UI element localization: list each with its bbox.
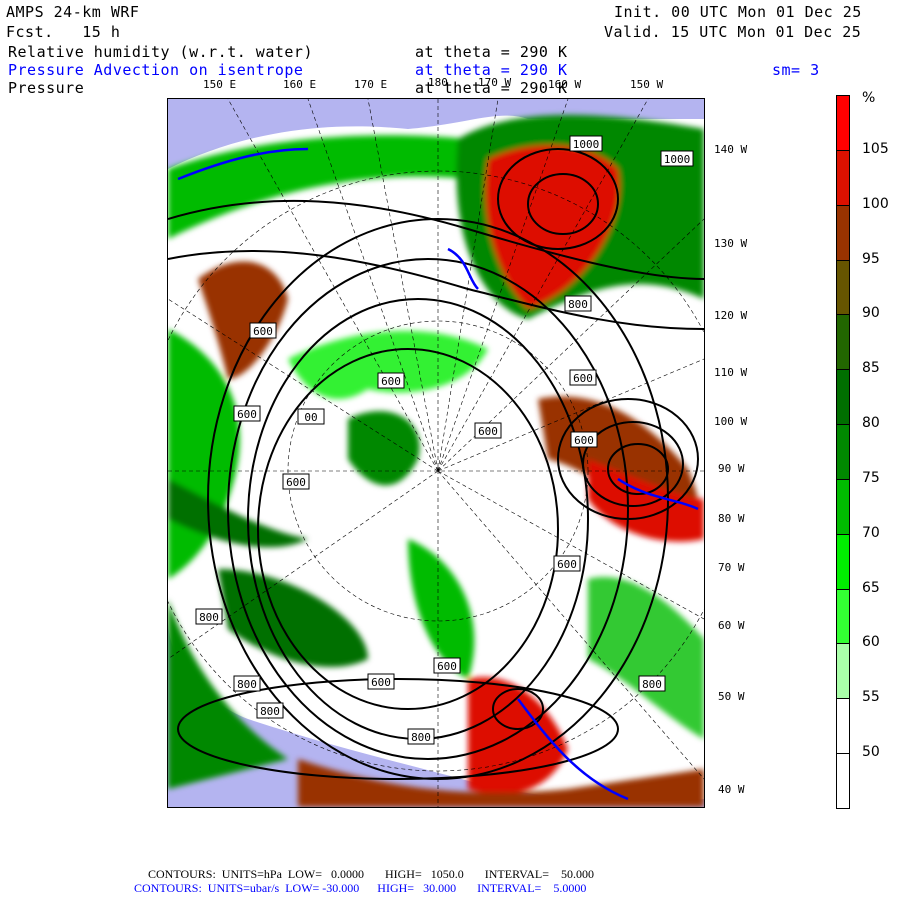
svg-text:600: 600 [381, 375, 401, 388]
forecast-hour: Fcst. 15 h [6, 23, 121, 41]
advection-contour-info: CONTOURS: UNITS=ubar/s LOW= -30.000 HIGH… [134, 881, 587, 895]
svg-text:600: 600 [253, 325, 273, 338]
lat-label: 140 W [714, 143, 748, 156]
map-panel: 1000 1000 800 600 600 600 600 00 600 600… [137, 98, 739, 808]
contour-label: 600 [569, 369, 597, 386]
colorbar-label: 50 [862, 744, 880, 761]
colorbar-label: 55 [862, 689, 880, 706]
contour-label: 600 [249, 322, 277, 339]
model-title: AMPS 24-km WRF [6, 3, 140, 21]
colorbar-label: 65 [862, 579, 880, 596]
contour-label: 600 [367, 673, 395, 690]
colorbar-swatch [836, 478, 850, 535]
colorbar-swatch [836, 588, 850, 645]
contour-label: 800 [638, 675, 666, 692]
svg-text:600: 600 [286, 476, 306, 489]
colorbar-swatch [836, 424, 850, 480]
colorbar-label: 60 [862, 634, 880, 651]
contour-label: 800 [407, 728, 435, 745]
lat-label: 70 W [718, 561, 745, 574]
svg-text:600: 600 [574, 434, 594, 447]
relative-humidity-map: 1000 1000 800 600 600 600 600 00 600 600… [137, 98, 739, 807]
lat-label: 50 W [718, 690, 745, 703]
lat-label: 120 W [714, 309, 748, 322]
colorbar-swatch [836, 533, 850, 590]
svg-text:800: 800 [642, 678, 662, 691]
contour-label: 600 [474, 422, 502, 439]
svg-text:1000: 1000 [664, 153, 691, 166]
svg-text:800: 800 [260, 705, 280, 718]
colorbar-label: 95 [862, 250, 880, 267]
svg-text:800: 800 [199, 611, 219, 624]
field1-level: at theta = 290 K [415, 43, 568, 61]
svg-text:800: 800 [237, 678, 257, 691]
colorbar-label: 75 [862, 469, 880, 486]
lat-label: 80 W [718, 512, 745, 525]
svg-text:1000: 1000 [573, 138, 600, 151]
lon-label: 170 W [478, 76, 512, 89]
svg-text:600: 600 [573, 372, 593, 385]
svg-text:600: 600 [237, 408, 257, 421]
colorbar-swatch [836, 698, 850, 755]
contour-label: 800 [195, 608, 223, 625]
colorbar-label: 90 [862, 305, 880, 322]
field2-title: Pressure Advection on isentrope [8, 61, 304, 79]
contour-label: 1000 [569, 135, 603, 152]
colorbar-unit: % [862, 90, 876, 106]
lat-label: 40 W [718, 783, 745, 796]
colorbar-label: 80 [862, 415, 880, 432]
colorbar-swatch [836, 314, 850, 371]
svg-text:800: 800 [568, 298, 588, 311]
colorbar-label: 85 [862, 360, 880, 377]
svg-text:800: 800 [411, 731, 431, 744]
init-time: Init. 00 UTC Mon 01 Dec 25 [614, 3, 862, 21]
contour-label: 1000 [660, 150, 694, 167]
lon-label: 160 W [548, 78, 582, 91]
smoothing-label: sm= 3 [772, 61, 820, 79]
field3-title: Pressure [8, 79, 85, 97]
lat-label: 90 W [718, 462, 745, 475]
colorbar-label: 100 [862, 195, 889, 212]
pressure-contour-info: CONTOURS: UNITS=hPa LOW= 0.0000 HIGH= 10… [148, 867, 594, 881]
contour-label: 600 [377, 372, 405, 389]
colorbar-swatch [836, 643, 850, 700]
lon-label: 170 E [354, 78, 388, 91]
svg-text:600: 600 [437, 660, 457, 673]
colorbar-swatch [836, 95, 850, 151]
lon-label: 180 [428, 76, 448, 89]
contour-label: 600 [233, 405, 261, 422]
contour-label: 600 [282, 473, 310, 490]
lat-label: 110 W [714, 366, 748, 379]
colorbar-label: 70 [862, 524, 880, 541]
lat-label: 100 W [714, 415, 748, 428]
colorbar-swatch [836, 259, 850, 316]
svg-text:600: 600 [371, 676, 391, 689]
lon-label: 150 W [630, 78, 664, 91]
contour-label: 800 [256, 702, 284, 719]
contour-label: 600 [553, 555, 581, 572]
contour-label: 800 [233, 675, 261, 692]
colorbar-label: 105 [862, 140, 889, 157]
colorbar-swatch [836, 369, 850, 426]
lat-label: 130 W [714, 237, 748, 250]
colorbar-swatch [836, 149, 850, 206]
field1-title: Relative humidity (w.r.t. water) [8, 43, 313, 61]
colorbar-swatch [836, 753, 850, 809]
contour-label: 800 [564, 295, 592, 312]
contour-label: 600 [433, 657, 461, 674]
svg-text:600: 600 [557, 558, 577, 571]
lon-label: 150 E [203, 78, 237, 91]
valid-time: Valid. 15 UTC Mon 01 Dec 25 [604, 23, 862, 41]
lon-label: 160 E [283, 78, 317, 91]
contour-label: 600 [570, 431, 598, 448]
colorbar-swatch [836, 204, 850, 261]
lat-label: 60 W [718, 619, 745, 632]
svg-text:00: 00 [304, 411, 317, 424]
svg-text:600: 600 [478, 425, 498, 438]
contour-label: 00 [297, 408, 325, 425]
